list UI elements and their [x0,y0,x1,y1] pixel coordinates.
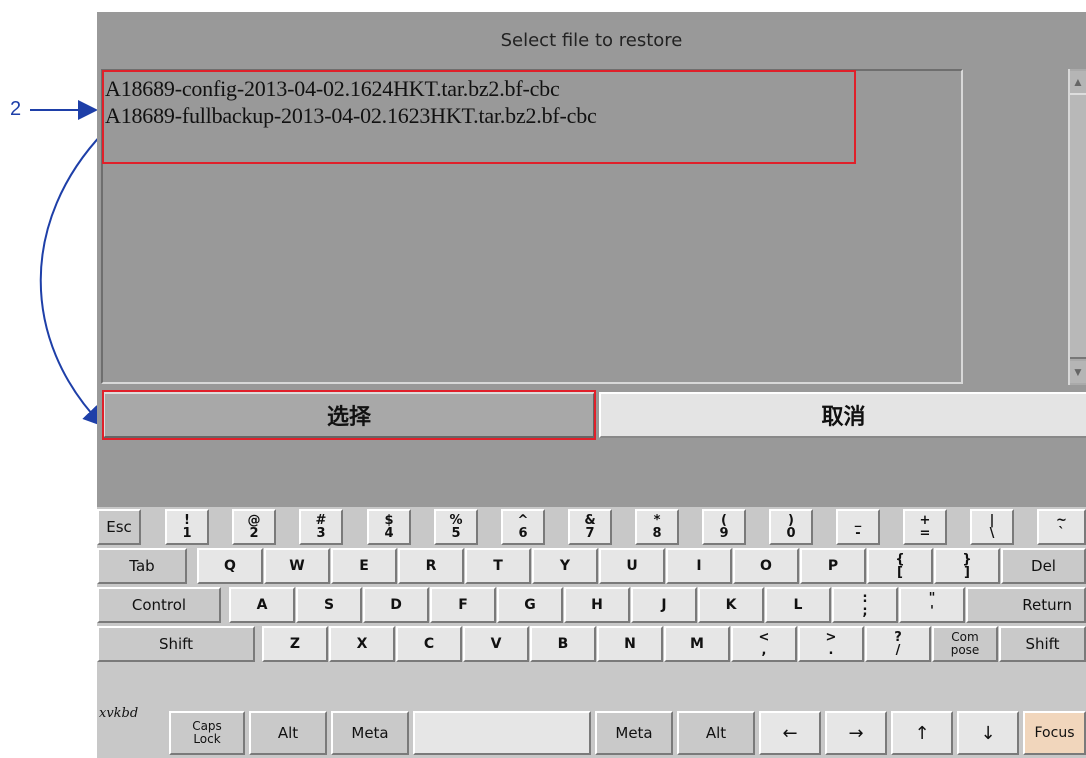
key-tab[interactable]: Tab [97,548,187,584]
annotation-arrow-to-select [39,131,105,427]
key-shift-left[interactable]: Shift [97,626,255,662]
key-esc[interactable]: Esc [97,509,141,545]
file-list[interactable]: A18689-config-2013-04-02.1624HKT.tar.bz2… [101,69,963,384]
key-focus[interactable]: Focus [1023,711,1086,755]
key-left-bracket[interactable]: {[ [867,548,933,584]
key-x[interactable]: X [329,626,395,662]
key-w[interactable]: W [264,548,330,584]
key-k[interactable]: K [698,587,764,623]
virtual-keyboard: Esc ! 1 @2 #3 $4 % 5 ^ 6 & 7 * 8 (9 ) 0 _ - + = … [97,507,1086,758]
file-item-config[interactable]: A18689-config-2013-04-02.1624HKT.tar.bz2… [105,76,560,102]
key-0[interactable]: ) 0 [769,509,813,545]
scroll-thumb[interactable] [1070,93,1086,359]
key-z[interactable]: Z [262,626,328,662]
key-8[interactable]: * 8 [635,509,679,545]
key-v[interactable]: V [463,626,529,662]
key-alt-left[interactable]: Alt [249,711,327,755]
cancel-button[interactable]: 取消 [599,392,1086,438]
key-u[interactable]: U [599,548,665,584]
key-e[interactable]: E [331,548,397,584]
select-button[interactable]: 选择 [103,392,595,438]
arrow-left-icon[interactable]: ← [759,711,821,755]
key-2[interactable]: @2 [232,509,276,545]
xvkbd-logo: xvkbd [99,706,139,721]
key-d[interactable]: D [363,587,429,623]
arrow-right-icon[interactable]: → [825,711,887,755]
key-7[interactable]: & 7 [568,509,612,545]
key-y[interactable]: Y [532,548,598,584]
key-l[interactable]: L [765,587,831,623]
key-compose[interactable]: Com pose [932,626,998,662]
key-s[interactable]: S [296,587,362,623]
file-list-scrollbar[interactable]: ▲ ▼ [1068,69,1086,385]
key-minus[interactable]: _ - [836,509,880,545]
scroll-down-icon[interactable]: ▼ [1070,361,1086,383]
arrow-up-icon[interactable]: ↑ [891,711,953,755]
key-f[interactable]: F [430,587,496,623]
key-semicolon[interactable]: :; [832,587,898,623]
key-shift-right[interactable]: Shift [999,626,1086,662]
key-5[interactable]: % 5 [434,509,478,545]
key-space[interactable] [413,711,591,755]
key-backslash[interactable]: | \ [970,509,1014,545]
key-n[interactable]: N [597,626,663,662]
key-backtick[interactable]: ~ ` [1037,509,1086,545]
key-comma[interactable]: <, [731,626,797,662]
key-meta-left[interactable]: Meta [331,711,409,755]
key-h[interactable]: H [564,587,630,623]
dialog-title: Select file to restore [500,30,683,51]
key-t[interactable]: T [465,548,531,584]
key-4[interactable]: $4 [367,509,411,545]
key-slash[interactable]: ? / [865,626,931,662]
key-control[interactable]: Control [97,587,221,623]
key-o[interactable]: O [733,548,799,584]
key-caps-lock[interactable]: Caps Lock [169,711,245,755]
key-j[interactable]: J [631,587,697,623]
key-period[interactable]: >. [798,626,864,662]
scroll-up-icon[interactable]: ▲ [1070,71,1086,93]
key-p[interactable]: P [800,548,866,584]
key-i[interactable]: I [666,548,732,584]
key-c[interactable]: C [396,626,462,662]
restore-dialog: Select file to restore A18689-config-201… [97,12,1086,507]
file-item-fullbackup[interactable]: A18689-fullbackup-2013-04-02.1623HKT.tar… [105,103,597,129]
key-alt-right[interactable]: Alt [677,711,755,755]
arrow-down-icon[interactable]: ↓ [957,711,1019,755]
key-b[interactable]: B [530,626,596,662]
key-quote[interactable]: " ' [899,587,965,623]
key-equals[interactable]: + = [903,509,947,545]
key-del[interactable]: Del [1001,548,1086,584]
key-a[interactable]: A [229,587,295,623]
key-meta-right[interactable]: Meta [595,711,673,755]
key-6[interactable]: ^ 6 [501,509,545,545]
key-9[interactable]: (9 [702,509,746,545]
key-1[interactable]: ! 1 [165,509,209,545]
key-3[interactable]: #3 [299,509,343,545]
key-right-bracket[interactable]: }] [934,548,1000,584]
key-q[interactable]: Q [197,548,263,584]
key-r[interactable]: R [398,548,464,584]
key-return[interactable]: Return [966,587,1086,623]
key-m[interactable]: M [664,626,730,662]
key-g[interactable]: G [497,587,563,623]
